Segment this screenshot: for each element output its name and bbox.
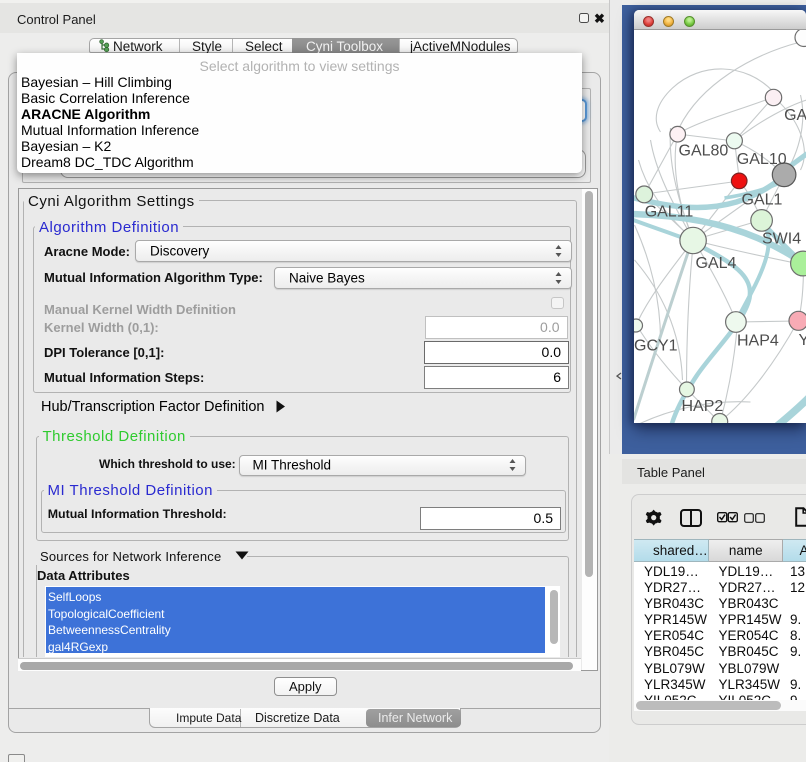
svg-text:HAP4: HAP4 bbox=[737, 332, 779, 349]
svg-text:GAL11: GAL11 bbox=[644, 203, 693, 220]
svg-text:GAL1: GAL1 bbox=[741, 191, 782, 208]
svg-text:GCY1: GCY1 bbox=[634, 337, 678, 354]
svg-text:HAP2: HAP2 bbox=[681, 398, 723, 415]
svg-text:GAL80: GAL80 bbox=[678, 142, 728, 159]
svg-text:Y…: Y… bbox=[798, 332, 806, 349]
svg-text:GAL…: GAL… bbox=[784, 107, 806, 124]
svg-text:GAL10: GAL10 bbox=[736, 151, 786, 168]
svg-text:GAL4: GAL4 bbox=[695, 255, 736, 272]
svg-text:SWI4: SWI4 bbox=[762, 230, 801, 247]
